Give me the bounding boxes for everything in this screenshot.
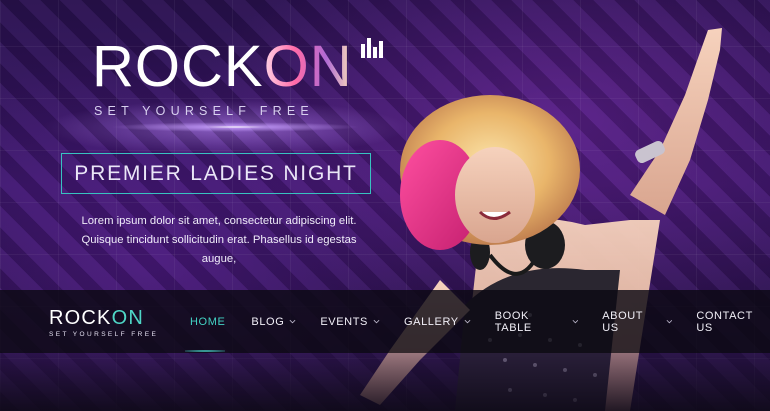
logo-accent-text: ON	[263, 34, 353, 99]
nav-item-book-table[interactable]: BOOK TABLE	[495, 290, 578, 353]
hero-description: Lorem ipsum dolor sit amet, consectetur …	[81, 215, 357, 265]
chevron-down-icon	[464, 319, 471, 324]
nav-item-gallery[interactable]: GALLERY	[404, 290, 471, 353]
nav-item-home[interactable]: HOME	[190, 290, 225, 353]
navbar-logo-tagline: SET YOURSELF FREE	[49, 331, 159, 338]
nav-item-label: BOOK TABLE	[494, 309, 532, 334]
chevron-down-icon	[289, 319, 296, 324]
light-flare	[110, 122, 360, 132]
promo-title: PREMIER LADIES NIGHT	[74, 161, 358, 185]
nav-item-blog[interactable]: BLOG	[251, 290, 296, 353]
hero-logo[interactable]: ROCK ON SET YOURSELF FREE	[92, 38, 383, 118]
logo-text: ROCK	[92, 34, 264, 99]
nav-menu: HOME BLOG EVENTS GALLERY BOOK TABLE ABOU…	[190, 290, 770, 353]
chevron-down-icon	[373, 319, 380, 324]
chevron-down-icon	[572, 319, 578, 324]
nav-item-label: HOME	[190, 315, 226, 328]
navbar-logo[interactable]: ROCKON SET YOURSELF FREE	[49, 308, 158, 338]
equalizer-icon	[360, 36, 383, 58]
navbar-logo-text: ROCK	[49, 307, 112, 329]
nav-item-label: EVENTS	[320, 315, 368, 328]
nav-item-events[interactable]: EVENTS	[320, 290, 380, 353]
logo-tagline: SET YOURSELF FREE	[94, 104, 314, 118]
nav-item-label: BLOG	[251, 315, 285, 328]
main-navbar: ROCKON SET YOURSELF FREE HOME BLOG EVENT…	[0, 290, 770, 353]
nav-item-label: CONTACT US	[696, 309, 753, 334]
dj-deck	[0, 353, 770, 411]
promo-title-box: PREMIER LADIES NIGHT	[61, 153, 371, 194]
navbar-logo-accent: ON	[111, 307, 144, 329]
nav-item-contact-us[interactable]: CONTACT US	[696, 290, 770, 353]
active-nav-indicator	[185, 350, 225, 352]
hero-banner: ROCK ON SET YOURSELF FREE PREMIER LADIES …	[0, 0, 770, 411]
nav-item-about-us[interactable]: ABOUT US	[602, 290, 672, 353]
nav-item-label: GALLERY	[404, 315, 459, 328]
nav-item-label: ABOUT US	[602, 309, 643, 334]
chevron-down-icon	[666, 319, 672, 324]
